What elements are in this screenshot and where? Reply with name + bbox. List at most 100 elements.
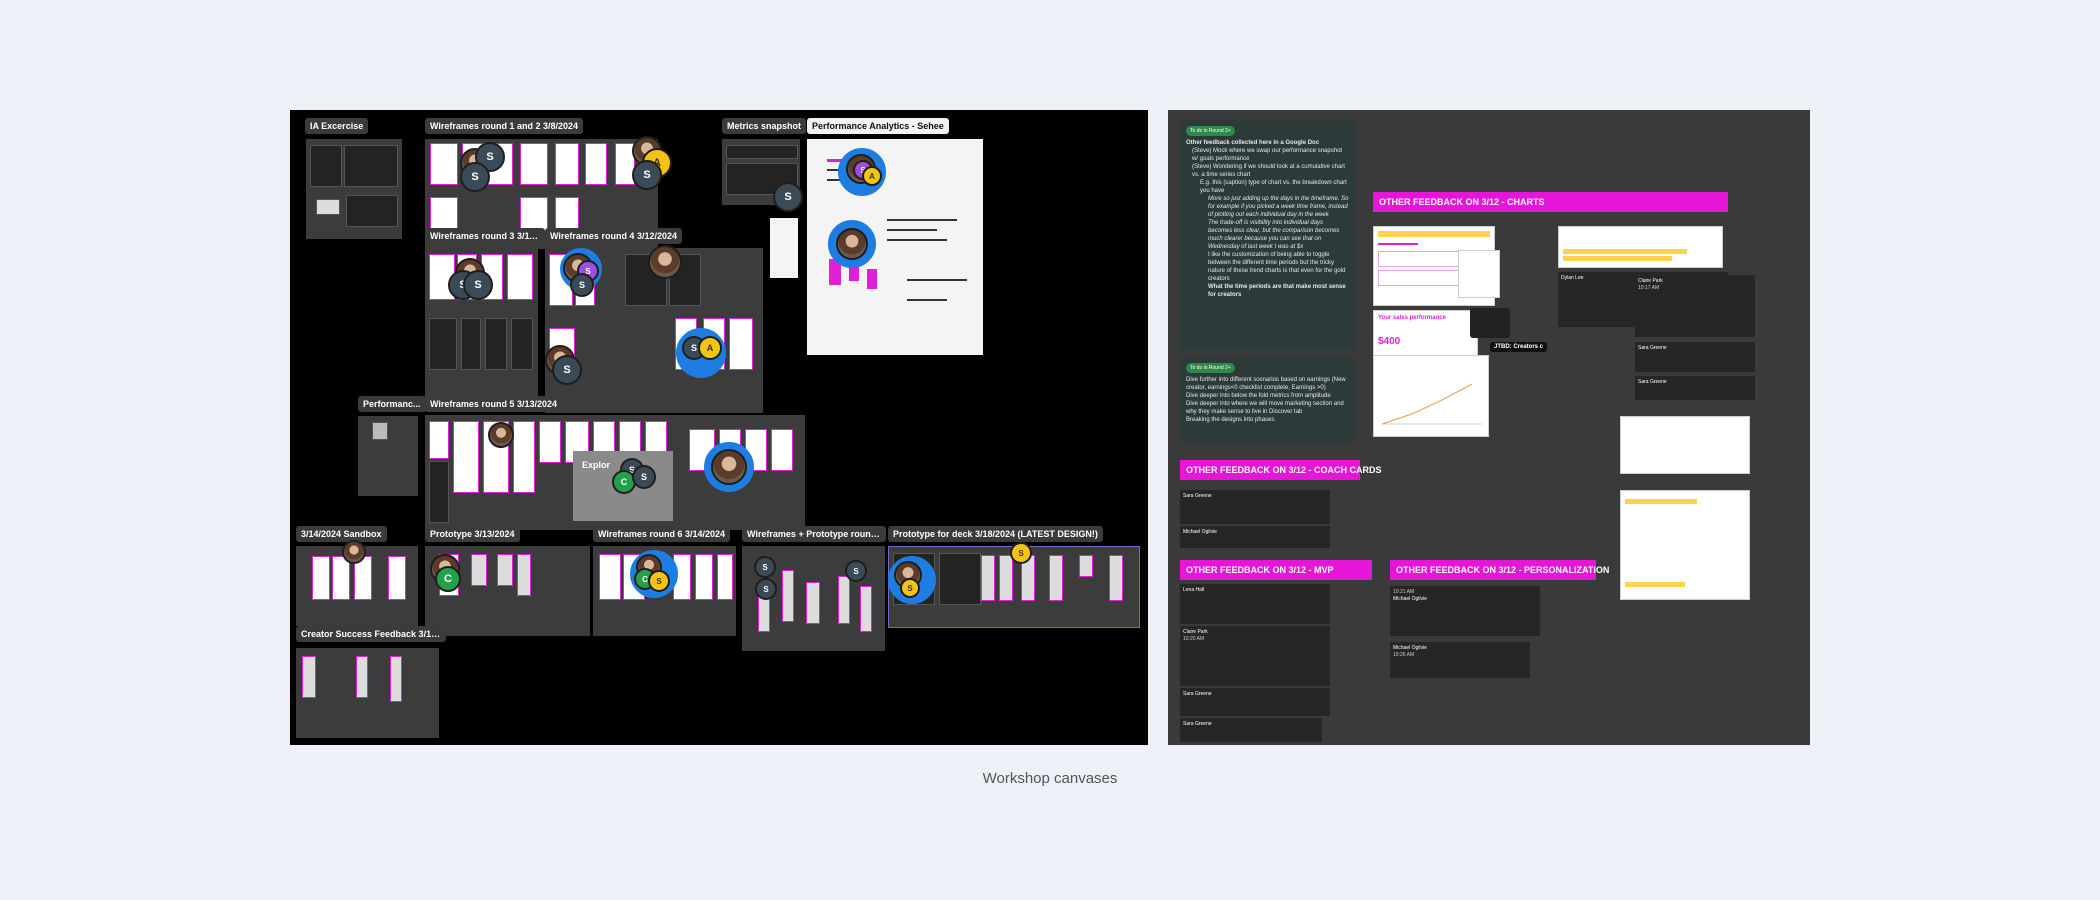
section-header-charts[interactable]: OTHER FEEDBACK ON 3/12 - CHARTS (1373, 192, 1728, 212)
wireframe-screen (771, 429, 793, 471)
cumulative-chart-card[interactable] (1373, 355, 1489, 437)
chat-time: 10:21 AM (1393, 589, 1415, 595)
feedback-line: More so just adding up the days in the t… (1208, 196, 1349, 218)
collaborator-avatar-photo[interactable] (836, 228, 868, 260)
collaborator-avatar-s[interactable]: S (648, 570, 670, 592)
feedback-note-round2-second[interactable]: To do in Round 2+ Dive further into diff… (1180, 357, 1355, 442)
wireframe-screen (388, 556, 406, 600)
wireframe-screen (302, 656, 316, 698)
wireframe-screen (429, 421, 449, 459)
frame-ia-excercise[interactable] (306, 139, 402, 239)
section-header-coach[interactable]: OTHER FEEDBACK ON 3/12 - COACH CARDS (1180, 460, 1382, 480)
sales-title: Your sales performance (1378, 315, 1446, 321)
feedback-line: (Steve) Mock where we swap our performan… (1192, 148, 1343, 162)
wireframe-screen (1049, 555, 1063, 601)
chat-author: Sara Greene (1638, 379, 1667, 385)
comment-highlight-card[interactable] (1558, 226, 1723, 268)
jtbd-tag[interactable]: JTBD: Creators c (1490, 342, 1548, 352)
frame-label-wf5[interactable]: Wireframes round 5 3/13/2024 (425, 396, 562, 412)
frame-label-sandbox[interactable]: 3/14/2024 Sandbox (296, 526, 387, 542)
feedback-line: Dive deeper into below the fold metrics … (1186, 393, 1331, 399)
feedback-note-round2[interactable]: To do in Round 2+ Other feedback collect… (1180, 120, 1355, 350)
collaborator-avatar-photo[interactable] (342, 540, 366, 564)
frame-label-ia[interactable]: IA Excercise (305, 118, 369, 134)
wireframe-screen (485, 318, 507, 370)
section-header-mvp[interactable]: OTHER FEEDBACK ON 3/12 - MVP (1180, 560, 1372, 580)
frame-label-perf-sehee[interactable]: Performance Analytics - Sehee (807, 118, 949, 134)
canvas-caption: Workshop canvases (982, 770, 1118, 787)
workshop-canvas-right[interactable]: To do in Round 2+ Other feedback collect… (1168, 110, 1810, 745)
chat-time: 10:26 AM (1393, 652, 1415, 658)
chat-author: Lena Hall (1183, 587, 1205, 593)
chat-thread[interactable]: Sara Greene (1180, 718, 1322, 742)
feedback-list-card[interactable] (1620, 416, 1750, 474)
frame-label-creator[interactable]: Creator Success Feedback 3/15/... (296, 626, 446, 642)
collaborator-avatar-s[interactable]: S (1010, 542, 1032, 564)
text-line (907, 279, 967, 281)
collaborator-avatar-s[interactable]: S (900, 578, 920, 598)
wireframe-screen (860, 586, 872, 632)
wireframe-screen (539, 421, 561, 463)
collaborator-avatar-a[interactable]: A (698, 336, 722, 360)
wireframe-screen (461, 318, 481, 370)
chat-thread[interactable]: Claire Park 10:17 AM (1635, 275, 1755, 337)
chat-thread[interactable]: Lena Hall (1180, 584, 1330, 624)
collaborator-avatar-s[interactable]: S (632, 465, 656, 489)
frame-creator-success-feedback[interactable] (296, 648, 439, 738)
collaborator-avatar-photo[interactable] (711, 449, 747, 485)
frame-label-wf-proto7[interactable]: Wireframes + Prototype round 7 ... (742, 526, 886, 542)
comment-card[interactable] (1458, 250, 1500, 298)
section-header-personalization[interactable]: OTHER FEEDBACK ON 3/12 - PERSONALIZATION (1390, 560, 1609, 580)
wireframe-screen (507, 254, 533, 300)
collaborator-avatar-s[interactable]: S (773, 182, 803, 212)
feedback-line: Dive deeper into where we will move mark… (1186, 401, 1344, 415)
chat-author: Michael Ogilvie (1183, 529, 1217, 535)
wireframe-screen (520, 143, 548, 185)
frame-label-wf4[interactable]: Wireframes round 4 3/12/2024 (545, 228, 682, 244)
sales-value: $400 (1378, 336, 1401, 347)
wireframe-screen (332, 556, 350, 600)
feedback-list-card[interactable] (1620, 490, 1750, 600)
frame-label-deck[interactable]: Prototype for deck 3/18/2024 (LATEST DES… (888, 526, 1103, 542)
collaborator-avatar-s[interactable]: S (632, 160, 662, 190)
wireframe-screen (838, 576, 850, 624)
workshop-canvas-left[interactable]: IA Excercise Wireframes round 1 and 2 3/… (290, 110, 1148, 745)
frame-label-metrics[interactable]: Metrics snapshot (722, 118, 807, 134)
frame-performance-small[interactable] (358, 416, 418, 496)
chat-thread[interactable]: Sara Greene (1635, 376, 1755, 400)
frame-label-wf3[interactable]: Wireframes round 3 3/11/... (425, 228, 545, 244)
frame-label-explore[interactable]: Explor (577, 457, 615, 473)
chat-thread[interactable]: 10:21 AM Michael Ogilvie (1390, 586, 1540, 636)
chat-thread[interactable]: Michael Ogilvie (1180, 526, 1330, 548)
chat-author: Sara Greene (1183, 721, 1212, 727)
collaborator-avatar-s[interactable]: S (463, 270, 493, 300)
frame-label-proto[interactable]: Prototype 3/13/2024 (425, 526, 520, 542)
collaborator-avatar-s[interactable]: S (845, 560, 867, 582)
chat-thread[interactable]: Sara Greene (1180, 688, 1330, 716)
collaborator-avatar-s[interactable]: S (552, 355, 582, 385)
frame-label-wf12[interactable]: Wireframes round 1 and 2 3/8/2024 (425, 118, 583, 134)
collaborator-avatar-s[interactable]: S (755, 578, 777, 600)
feedback-line: The trade-off is visibility into individ… (1208, 220, 1340, 250)
chat-thread[interactable]: Michael Ogilvie 10:26 AM (1390, 642, 1530, 678)
chat-thread[interactable]: Sara Greene (1635, 342, 1755, 372)
wireframe-screen (717, 554, 733, 600)
frame-label-wf6[interactable]: Wireframes round 6 3/14/2024 (593, 526, 730, 542)
collaborator-avatar-photo[interactable] (488, 422, 514, 448)
frame-metrics-white[interactable] (770, 218, 798, 278)
highlight (1563, 256, 1672, 261)
collaborator-avatar-s[interactable]: S (460, 162, 490, 192)
wireframe-screen (430, 143, 458, 185)
chat-thread[interactable]: Sara Greene (1180, 490, 1330, 524)
text-line (887, 219, 957, 221)
frame-label-perf-small[interactable]: Performanc... (358, 396, 426, 412)
wireframe-screen (695, 554, 713, 600)
feedback-line: E.g. this (caption) type of chart vs. th… (1200, 180, 1347, 194)
thumb (344, 145, 398, 187)
collaborator-avatar-s[interactable]: S (754, 556, 776, 578)
chat-thread[interactable]: Claire Park 10:20 AM (1180, 626, 1330, 686)
collaborator-avatar-c[interactable]: C (435, 566, 461, 592)
collaborator-avatar-photo[interactable] (648, 245, 682, 279)
collaborator-avatar-a[interactable]: A (862, 166, 882, 186)
collaborator-avatar-s[interactable]: S (570, 273, 594, 297)
